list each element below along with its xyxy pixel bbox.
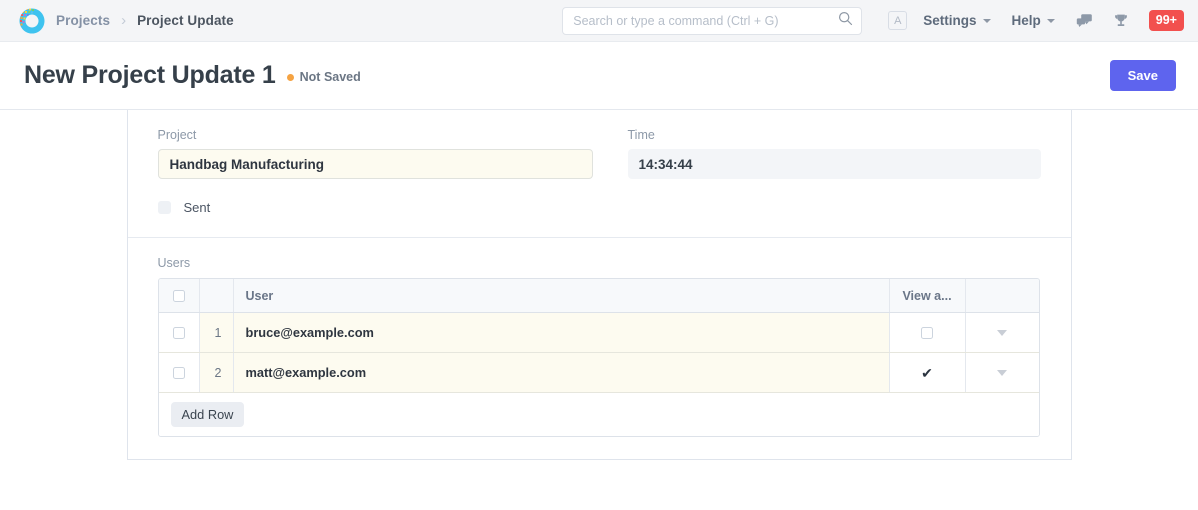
select-all-cell[interactable]: [159, 279, 200, 312]
row-select-cell[interactable]: [159, 353, 200, 392]
status-dot-icon: [287, 74, 294, 81]
row-index: 2: [200, 353, 234, 392]
details-row: Project Handbag Manufacturing Time 14:34…: [158, 128, 1041, 179]
breadcrumb-item-projects[interactable]: Projects: [56, 13, 110, 28]
column-header-view-all[interactable]: View a...: [890, 279, 966, 312]
navbar-right-group: A Settings Help: [562, 0, 1184, 41]
row-menu-cell[interactable]: [966, 353, 1039, 392]
page-titlebar: New Project Update 1 Not Saved Save: [0, 42, 1198, 110]
settings-label: Settings: [923, 13, 976, 28]
add-row-button[interactable]: Add Row: [171, 402, 245, 427]
check-icon: ✔: [921, 366, 933, 380]
form-card: Project Handbag Manufacturing Time 14:34…: [127, 110, 1072, 460]
breadcrumb-item-project-update[interactable]: Project Update: [137, 13, 234, 28]
app-logo[interactable]: [18, 7, 46, 35]
chevron-down-icon[interactable]: [997, 370, 1007, 376]
help-label: Help: [1012, 13, 1041, 28]
row-select-cell[interactable]: [159, 313, 200, 352]
column-header-menu: [966, 279, 1039, 312]
time-field-group: Time 14:34:44: [628, 128, 1041, 179]
top-navbar: Projects › Project Update A Settings Hel…: [0, 0, 1198, 42]
notification-badge[interactable]: 99+: [1149, 10, 1184, 31]
app-logo-icon: [18, 7, 46, 35]
project-input[interactable]: Handbag Manufacturing: [158, 149, 593, 179]
status-label: Not Saved: [300, 70, 361, 84]
users-grid-header: User View a...: [159, 279, 1039, 313]
sent-checkbox-row[interactable]: Sent: [158, 200, 1041, 215]
chevron-down-icon[interactable]: [997, 330, 1007, 336]
project-label: Project: [158, 128, 593, 142]
search-input[interactable]: [573, 14, 838, 28]
page-body: Project Handbag Manufacturing Time 14:34…: [0, 110, 1198, 460]
users-grid-label: Users: [158, 256, 1041, 270]
index-header: [200, 279, 234, 312]
chevron-down-icon: [1047, 19, 1055, 23]
users-section: Users User View a... 1 bruce@ex: [128, 237, 1071, 459]
chat-bubbles-icon[interactable]: [1076, 13, 1093, 29]
search-icon[interactable]: [838, 11, 853, 31]
users-grid: User View a... 1 bruce@example.com: [158, 278, 1040, 437]
row-user-email[interactable]: matt@example.com: [234, 353, 890, 392]
row-menu-cell[interactable]: [966, 313, 1039, 352]
row-select-checkbox[interactable]: [173, 367, 185, 379]
row-view-all-cell[interactable]: ✔: [890, 353, 966, 392]
save-button[interactable]: Save: [1110, 60, 1176, 91]
row-select-checkbox[interactable]: [173, 327, 185, 339]
table-row[interactable]: 1 bruce@example.com: [159, 313, 1039, 353]
row-view-all-checkbox[interactable]: [921, 327, 933, 339]
time-label: Time: [628, 128, 1041, 142]
sent-checkbox[interactable]: [158, 201, 171, 214]
chevron-right-icon: ›: [121, 13, 126, 28]
settings-menu[interactable]: Settings: [923, 13, 990, 28]
table-row[interactable]: 2 matt@example.com ✔: [159, 353, 1039, 393]
users-grid-footer: Add Row: [159, 393, 1039, 436]
global-search[interactable]: [562, 7, 862, 35]
help-menu[interactable]: Help: [1012, 13, 1055, 28]
status-badge: Not Saved: [287, 70, 361, 84]
sent-label: Sent: [184, 200, 211, 215]
breadcrumb: Projects › Project Update: [56, 13, 234, 28]
column-header-user[interactable]: User: [234, 279, 890, 312]
row-view-all-cell[interactable]: [890, 313, 966, 352]
time-input[interactable]: 14:34:44: [628, 149, 1041, 179]
select-all-checkbox[interactable]: [173, 290, 185, 302]
row-index: 1: [200, 313, 234, 352]
avatar[interactable]: A: [888, 11, 907, 30]
page-title: New Project Update 1: [24, 61, 276, 90]
details-section: Project Handbag Manufacturing Time 14:34…: [128, 110, 1071, 237]
chevron-down-icon: [983, 19, 991, 23]
trophy-icon[interactable]: [1113, 13, 1129, 29]
project-field-group: Project Handbag Manufacturing: [158, 128, 593, 179]
row-user-email[interactable]: bruce@example.com: [234, 313, 890, 352]
